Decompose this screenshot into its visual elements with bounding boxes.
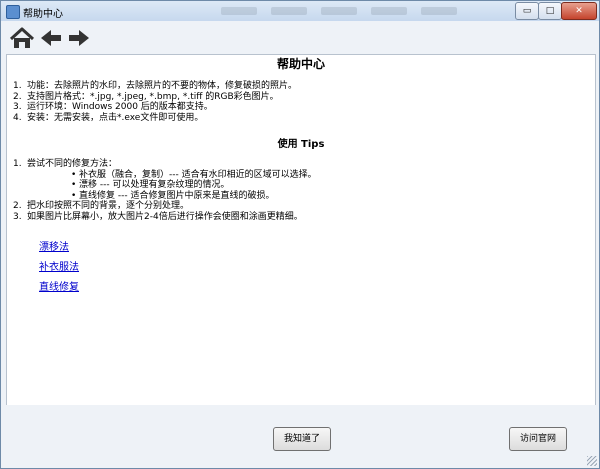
sub-list: • 补衣服（融合，复制）--- 适合有水印相近的区域可以选择。 • 漂移 --- 可…	[13, 170, 317, 202]
link-line-repair[interactable]: 直线修复	[39, 278, 79, 293]
list-item: 3. 如果图片比屏幕小，放大图片2-4倍后进行操作会使圈和涂画更精细。	[13, 212, 317, 223]
list-text: 如果图片比屏幕小，放大图片2-4倍后进行操作会使圈和涂画更精细。	[27, 211, 303, 222]
list-number: 2.	[13, 91, 22, 102]
minimize-button[interactable]: ▭	[515, 2, 539, 20]
link-drift[interactable]: 漂移法	[39, 238, 69, 253]
resize-grip-icon[interactable]	[587, 456, 597, 466]
arrow-left-icon[interactable]	[39, 26, 63, 50]
list-number: 2.	[13, 201, 22, 211]
list-item: 2. 支持图片格式：*.jpg, *.jpeg, *.bmp, *.tiff 的R…	[13, 92, 297, 103]
title-bar[interactable]: 帮助中心 ▭ □ ✕	[1, 1, 599, 21]
home-icon[interactable]	[9, 26, 35, 50]
maximize-icon: □	[545, 6, 555, 16]
got-it-button[interactable]: 我知道了	[273, 427, 331, 451]
help-window: 帮助中心 ▭ □ ✕ 帮助中心 1. 功能：去除照片的水印，去除照片的不要的物体…	[0, 0, 600, 469]
tips-list: 1. 尝试不同的修复方法： • 补衣服（融合，复制）--- 适合有水印相近的区域可以…	[13, 159, 317, 222]
list-text: 漂移 --- 可以处理有复杂纹理的情况。	[79, 180, 230, 190]
list-number: 4.	[13, 112, 22, 123]
minimize-icon: ▭	[522, 6, 532, 16]
list-text: 直线修复 --- 适合修复图片中原来是直线的破损。	[79, 190, 275, 201]
page-title: 帮助中心	[276, 57, 325, 71]
app-icon	[6, 5, 20, 19]
list-item: 1. 尝试不同的修复方法：	[13, 159, 317, 170]
tips-heading: 使用 Tips	[277, 139, 325, 150]
list-number: 1.	[13, 81, 22, 91]
list-text: 安装：无需安装，点击*.exe文件即可使用。	[27, 112, 204, 123]
blurred-block	[371, 7, 407, 15]
intro-list: 1. 功能：去除照片的水印，去除照片的不要的物体，修复破损的照片。 2. 支持图片格…	[13, 81, 297, 123]
list-text: 补衣服（融合，复制）--- 适合有水印相近的区域可以选择。	[79, 169, 317, 180]
blurred-block	[221, 7, 257, 15]
list-number: 3.	[13, 102, 22, 112]
blurred-block	[321, 7, 357, 15]
sub-list-container: • 补衣服（融合，复制）--- 适合有水印相近的区域可以选择。 • 漂移 --- 可…	[13, 170, 317, 202]
blurred-block	[421, 7, 457, 15]
link-patch[interactable]: 补衣服法	[39, 258, 79, 273]
sub-list-item: • 漂移 --- 可以处理有复杂纹理的情况。	[71, 180, 317, 191]
list-text: 支持图片格式：*.jpg, *.jpeg, *.bmp, *.tiff 的RGB…	[27, 91, 279, 102]
list-item: 3. 运行环境：Windows 2000 后的版本都支持。	[13, 102, 297, 113]
list-number: 3.	[13, 211, 22, 222]
list-text: 功能：去除照片的水印，去除照片的不要的物体，修复破损的照片。	[27, 81, 298, 91]
blurred-block	[271, 7, 307, 15]
bullet: •	[71, 190, 77, 201]
maximize-button[interactable]: □	[538, 2, 562, 20]
close-icon: ✕	[575, 6, 583, 16]
blurred-title-region	[221, 4, 511, 18]
list-item: 1. 功能：去除照片的水印，去除照片的不要的物体，修复破损的照片。	[13, 81, 297, 92]
close-button[interactable]: ✕	[561, 2, 597, 20]
list-item: 2. 把水印按照不同的背景，逐个分别处理。	[13, 201, 317, 212]
window-title: 帮助中心	[23, 9, 63, 20]
list-item: 4. 安装：无需安装，点击*.exe文件即可使用。	[13, 113, 297, 124]
visit-website-button[interactable]: 访问官网	[509, 427, 567, 451]
sub-list-item: • 直线修复 --- 适合修复图片中原来是直线的破损。	[71, 191, 317, 202]
bullet: •	[71, 169, 77, 180]
toolbar	[1, 21, 599, 54]
footer: 我知道了 访问官网	[1, 405, 599, 468]
bullet: •	[71, 180, 77, 190]
sub-list-item: • 补衣服（融合，复制）--- 适合有水印相近的区域可以选择。	[71, 170, 317, 181]
arrow-right-icon[interactable]	[67, 26, 91, 50]
list-text: 运行环境：Windows 2000 后的版本都支持。	[27, 102, 213, 112]
help-content[interactable]: 帮助中心 1. 功能：去除照片的水印，去除照片的不要的物体，修复破损的照片。 2.…	[6, 54, 596, 406]
list-number: 1.	[13, 159, 22, 169]
list-text: 把水印按照不同的背景，逐个分别处理。	[27, 201, 190, 211]
list-text: 尝试不同的修复方法：	[27, 159, 118, 169]
